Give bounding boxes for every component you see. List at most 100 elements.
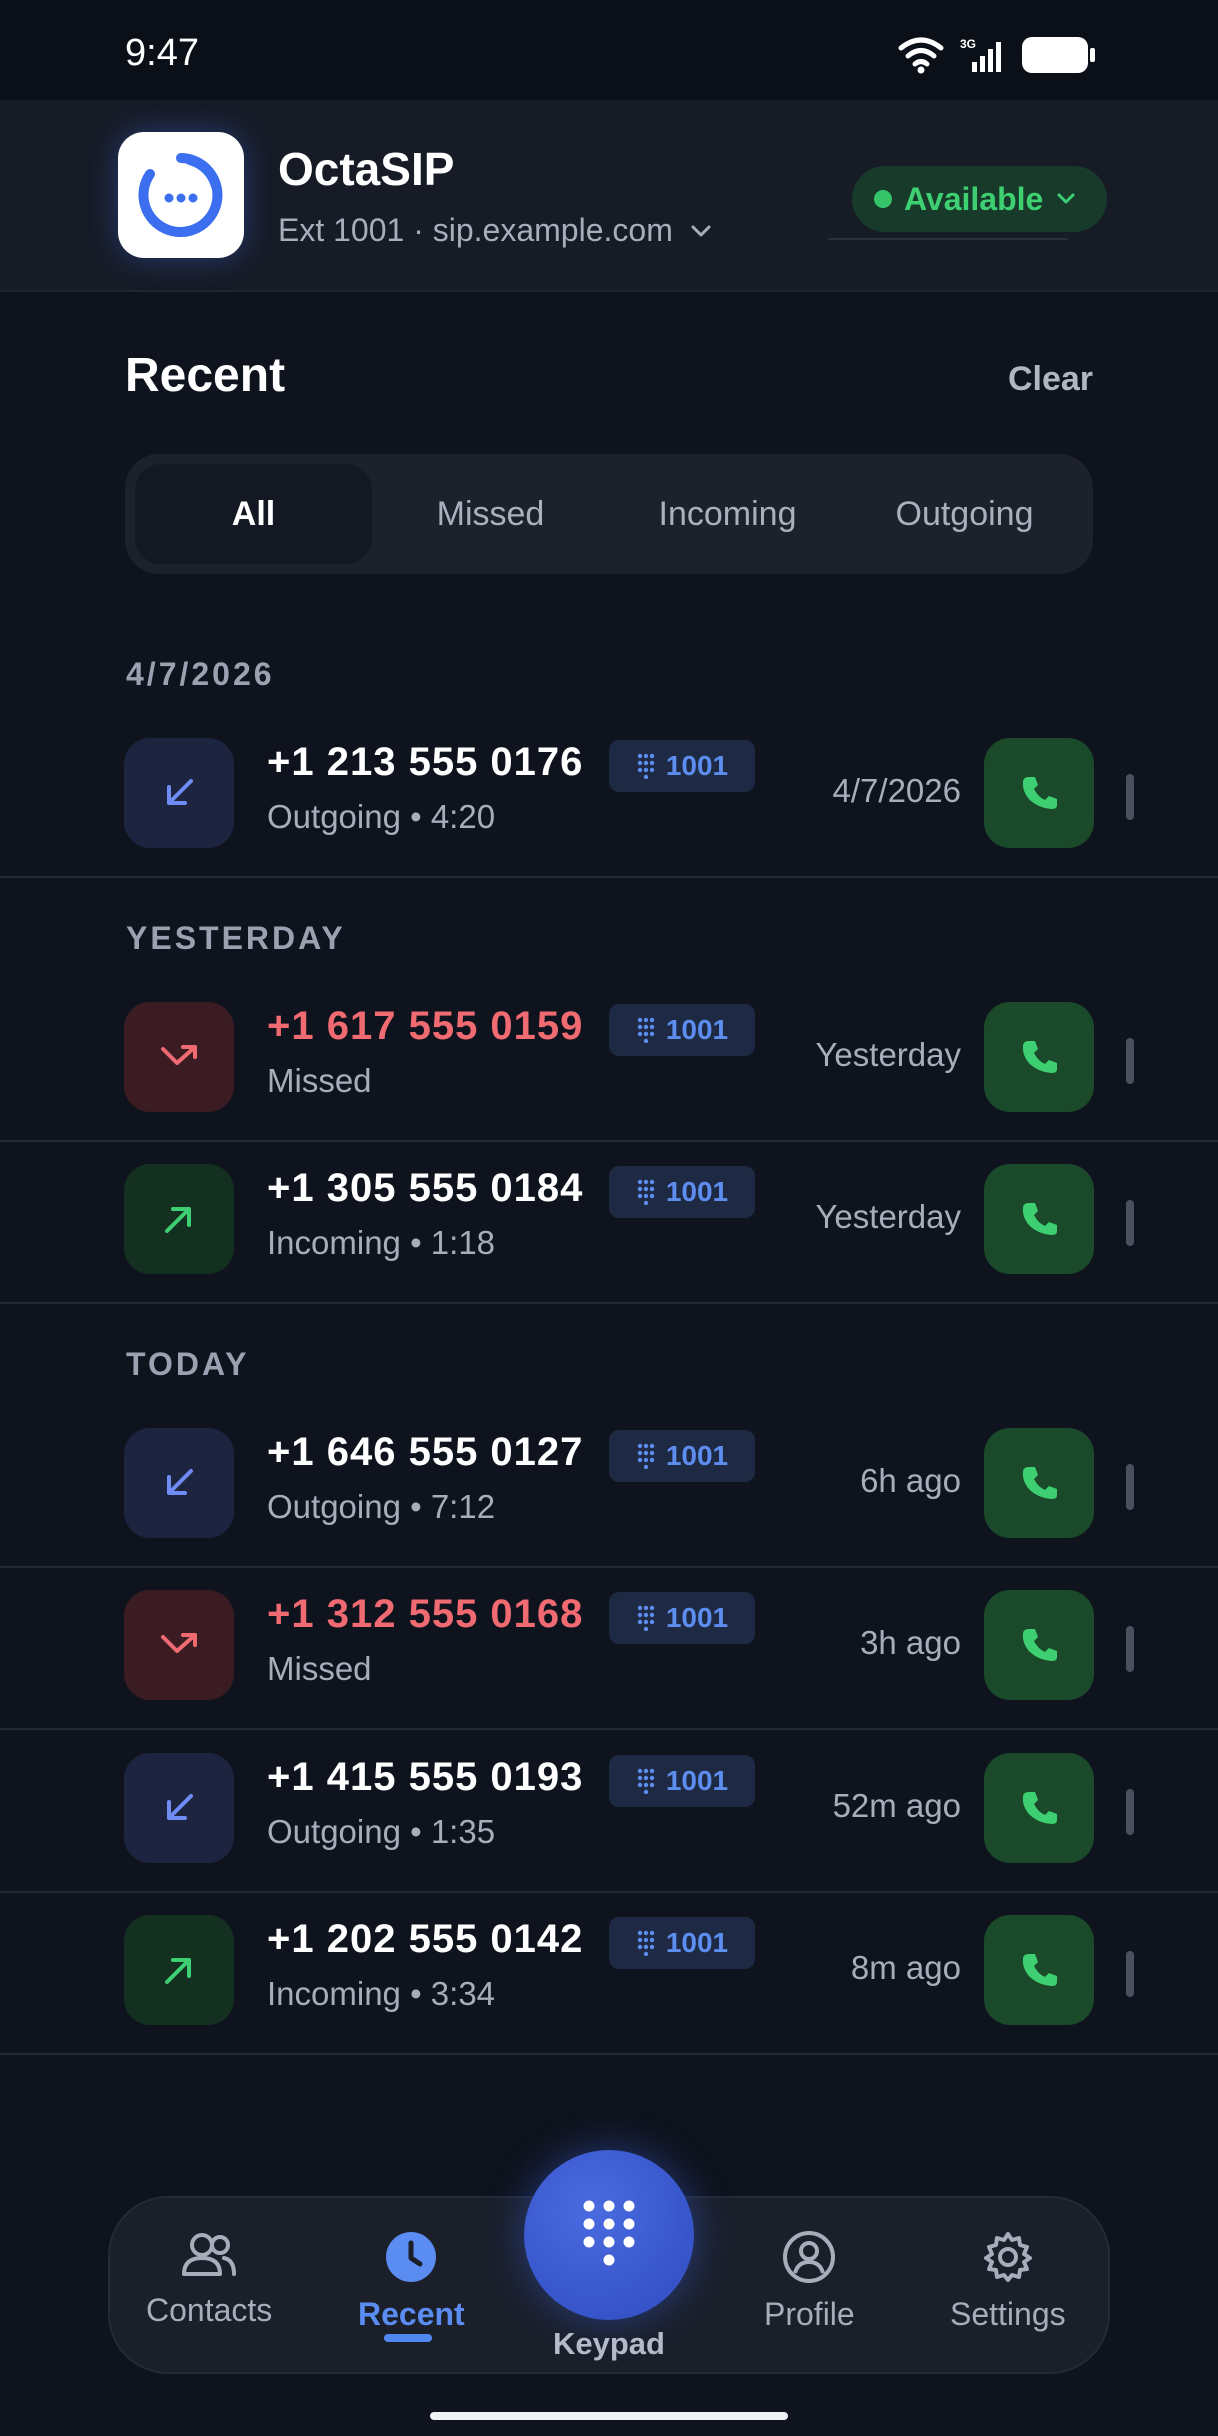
- phone-icon: [1017, 1786, 1061, 1830]
- call-time: 4/7/2026: [832, 772, 961, 809]
- wifi-icon: [898, 37, 944, 74]
- call-back-button[interactable]: [984, 1002, 1094, 1112]
- keypad-label: Keypad: [553, 2326, 665, 2361]
- status-dot: [874, 190, 892, 208]
- nav-contacts-label: Contacts: [146, 2292, 273, 2328]
- date-group-header: TODAY: [126, 1346, 250, 1382]
- filter-tabs: All Missed Incoming Outgoing: [125, 454, 1093, 574]
- arrow-up-right-icon: [124, 1915, 234, 2025]
- missed-call-icon: [124, 1002, 234, 1112]
- phone-icon: [1017, 1035, 1061, 1079]
- call-log-row[interactable]: +1 202 555 0142 1001 Incoming • 3:34 8m ago: [0, 1893, 1218, 2055]
- swipe-handle[interactable]: [1126, 774, 1134, 820]
- call-log-row[interactable]: +1 213 555 0176 1001 Outgoing • 4:20 4/7/20…: [0, 716, 1218, 878]
- dialpad-icon: [636, 1179, 656, 1205]
- active-tab-indicator: [384, 2334, 432, 2342]
- status-icons: 3G: [898, 36, 1095, 74]
- call-detail: Incoming • 1:18: [267, 1224, 496, 1261]
- extension-badge: 1001: [609, 1166, 755, 1218]
- swipe-handle[interactable]: [1126, 1038, 1134, 1084]
- phone-icon: [1017, 1623, 1061, 1667]
- extension-label: 1001: [665, 1440, 729, 1471]
- extension-badge: 1001: [609, 1755, 755, 1807]
- phone-icon: [1017, 771, 1061, 815]
- arrow-down-left-icon: [124, 1753, 234, 1863]
- nav-settings-label: Settings: [950, 2296, 1066, 2332]
- extension-label: 1001: [665, 1014, 729, 1045]
- account-label: Ext 1001 · sip.example.com: [278, 212, 673, 248]
- call-detail: Outgoing • 4:20: [267, 798, 496, 835]
- swipe-handle[interactable]: [1126, 1626, 1134, 1672]
- call-time: 3h ago: [860, 1624, 961, 1661]
- caller-number: +1 202 555 0142: [267, 1917, 584, 1961]
- home-indicator[interactable]: [430, 2412, 788, 2420]
- arrow-down-left-icon: [124, 1428, 234, 1538]
- phone-icon: [1017, 1197, 1061, 1241]
- tab-missed[interactable]: Missed: [372, 464, 609, 564]
- swipe-handle[interactable]: [1126, 1200, 1134, 1246]
- extension-badge: 1001: [609, 740, 755, 792]
- extension-label: 1001: [665, 1176, 729, 1207]
- call-detail: Missed: [267, 1062, 372, 1099]
- call-back-button[interactable]: [984, 1753, 1094, 1863]
- nav-contacts[interactable]: Contacts: [146, 2230, 272, 2329]
- swipe-handle[interactable]: [1126, 1789, 1134, 1835]
- gear-icon: [983, 2232, 1032, 2282]
- keypad-button[interactable]: [524, 2150, 694, 2320]
- call-back-button[interactable]: [984, 1164, 1094, 1274]
- arrow-up-right-icon: [124, 1164, 234, 1274]
- tab-outgoing[interactable]: Outgoing: [846, 464, 1083, 564]
- octasip-logo-icon: [138, 153, 223, 237]
- swipe-handle[interactable]: [1126, 1464, 1134, 1510]
- caller-number: +1 415 555 0193: [267, 1755, 584, 1799]
- extension-badge: 1001: [609, 1430, 755, 1482]
- call-log-row[interactable]: +1 646 555 0127 1001 Outgoing • 7:12 6h ago: [0, 1406, 1218, 1568]
- call-back-button[interactable]: [984, 1428, 1094, 1538]
- phone-icon: [1017, 1948, 1061, 1992]
- svg-text:3G: 3G: [960, 37, 976, 51]
- call-back-button[interactable]: [984, 1590, 1094, 1700]
- clear-button[interactable]: Clear: [1008, 360, 1093, 399]
- extension-label: 1001: [665, 750, 729, 781]
- tab-incoming[interactable]: Incoming: [609, 464, 846, 564]
- swipe-handle[interactable]: [1126, 1951, 1134, 1997]
- battery-icon: [1022, 37, 1095, 73]
- chevron-down-icon: [691, 225, 711, 236]
- call-log-row[interactable]: +1 312 555 0168 1001 Missed 3h ago: [0, 1568, 1218, 1730]
- call-detail: Outgoing • 7:12: [267, 1488, 496, 1525]
- caller-number: +1 312 555 0168: [267, 1592, 584, 1636]
- call-time: 52m ago: [832, 1787, 961, 1824]
- nav-settings[interactable]: Settings: [950, 2230, 1066, 2333]
- phone-icon: [1017, 1461, 1061, 1505]
- extension-badge: 1001: [609, 1917, 755, 1969]
- call-back-button[interactable]: [984, 1915, 1094, 2025]
- status-time: 9:47: [125, 32, 199, 74]
- call-detail: Incoming • 3:34: [267, 1975, 496, 2012]
- call-detail: Missed: [267, 1650, 372, 1687]
- dialpad-icon: [636, 1605, 656, 1631]
- call-detail: Outgoing • 1:35: [267, 1813, 496, 1850]
- tab-all[interactable]: All: [135, 464, 372, 564]
- caller-number: +1 213 555 0176: [267, 740, 584, 784]
- divider: [828, 238, 1068, 240]
- call-log-row[interactable]: +1 415 555 0193 1001 Outgoing • 1:35 52m ag…: [0, 1731, 1218, 1893]
- app-header: OctaSIP Ext 1001 · sip.example.com Avail…: [0, 100, 1218, 292]
- extension-label: 1001: [665, 1602, 729, 1633]
- nav-profile[interactable]: Profile: [764, 2230, 855, 2333]
- account-selector[interactable]: Ext 1001 · sip.example.com: [278, 212, 713, 249]
- dialpad-icon: [583, 2200, 635, 2266]
- availability-dropdown[interactable]: Available: [852, 166, 1108, 232]
- call-log-row[interactable]: +1 617 555 0159 1001 Missed Yesterday: [0, 980, 1218, 1142]
- extension-badge: 1001: [609, 1592, 755, 1644]
- chevron-down-icon: [1057, 193, 1075, 204]
- arrow-down-left-icon: [124, 738, 234, 848]
- nav-recent[interactable]: Recent: [358, 2230, 465, 2333]
- extension-badge: 1001: [609, 1004, 755, 1056]
- extension-label: 1001: [665, 1927, 729, 1958]
- nav-profile-label: Profile: [764, 2296, 855, 2332]
- app-logo: [118, 132, 244, 258]
- call-back-button[interactable]: [984, 738, 1094, 848]
- status-bar: 9:47 3G: [0, 0, 1218, 100]
- clock-icon: [386, 2232, 437, 2282]
- call-log-row[interactable]: +1 305 555 0184 1001 Incoming • 1:18 Yester…: [0, 1142, 1218, 1304]
